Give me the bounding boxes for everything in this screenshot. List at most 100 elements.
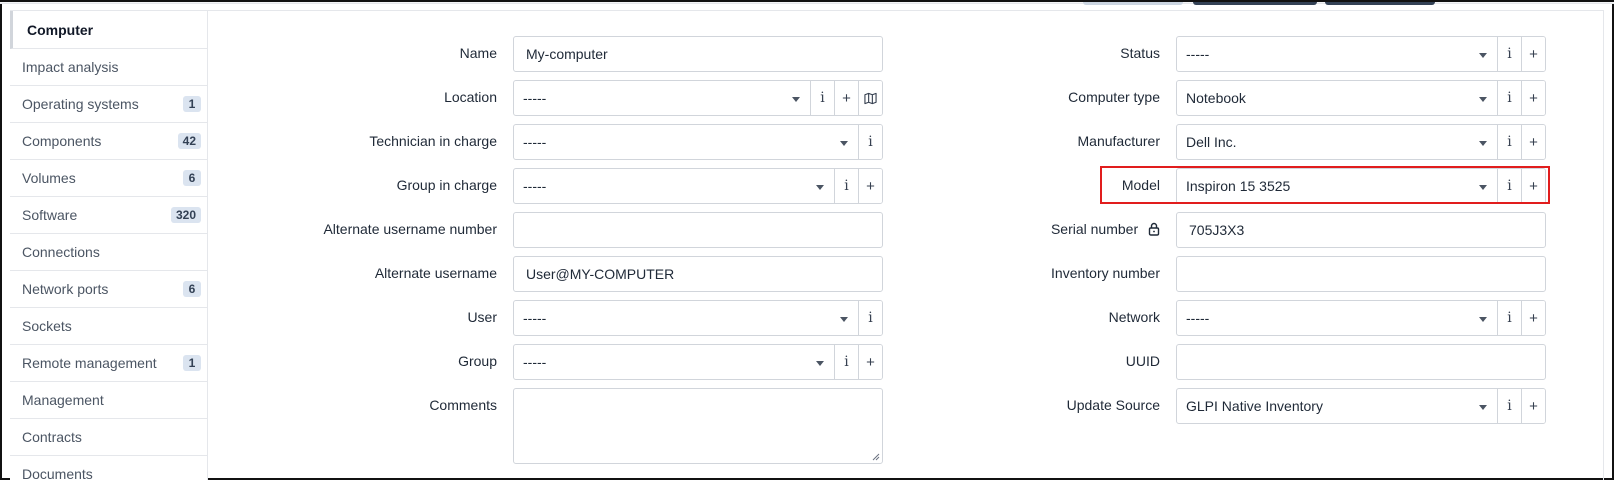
alt-username-input[interactable]: User@MY-COMPUTER xyxy=(513,256,883,292)
network-dropdown[interactable]: ----- xyxy=(1177,301,1497,335)
uuid-value xyxy=(1177,345,1545,379)
add-icon[interactable]: + xyxy=(858,345,882,379)
sidebar-tabs: Computer Impact analysis Operating syste… xyxy=(10,11,208,480)
sidebar-item-volumes[interactable]: Volumes 6 xyxy=(10,160,207,197)
sidebar-item-label: Network ports xyxy=(22,281,109,297)
technician-label: Technician in charge xyxy=(369,133,497,149)
sidebar-item-label: Documents xyxy=(22,466,93,480)
group-dropdown[interactable]: ----- xyxy=(514,345,834,379)
sidebar-item-software[interactable]: Software 320 xyxy=(10,197,207,234)
inventory-label: Inventory number xyxy=(1051,265,1160,281)
status-select: ----- i + xyxy=(1176,36,1546,72)
user-value: ----- xyxy=(523,310,547,326)
sidebar-item-network-ports[interactable]: Network ports 6 xyxy=(10,271,207,308)
add-icon[interactable]: + xyxy=(1521,301,1545,335)
add-icon[interactable]: + xyxy=(1521,81,1545,115)
sidebar-item-management[interactable]: Management xyxy=(10,382,207,419)
chevron-down-icon xyxy=(816,361,824,366)
sidebar-item-computer[interactable]: Computer xyxy=(10,11,207,49)
sidebar-item-operating-systems[interactable]: Operating systems 1 xyxy=(10,86,207,123)
computer-type-value: Notebook xyxy=(1186,90,1246,106)
sidebar-item-contracts[interactable]: Contracts xyxy=(10,419,207,456)
name-value: My-computer xyxy=(526,46,608,62)
info-icon[interactable]: i xyxy=(1497,125,1521,159)
add-icon[interactable]: + xyxy=(1521,389,1545,423)
count-badge: 42 xyxy=(177,133,201,149)
sidebar-item-sockets[interactable]: Sockets xyxy=(10,308,207,345)
toolbar-button-partial[interactable] xyxy=(1325,2,1435,5)
add-icon[interactable]: + xyxy=(834,81,858,115)
sidebar-item-documents[interactable]: Documents xyxy=(10,456,207,480)
sidebar-item-label: Connections xyxy=(22,244,100,260)
comments-textarea[interactable] xyxy=(513,388,883,464)
name-input[interactable]: My-computer xyxy=(513,36,883,72)
group-in-charge-select: ----- i + xyxy=(513,168,883,204)
info-icon[interactable]: i xyxy=(858,125,882,159)
info-icon[interactable]: i xyxy=(1497,389,1521,423)
network-select: ----- i + xyxy=(1176,300,1546,336)
comments-label: Comments xyxy=(429,397,497,413)
chevron-down-icon xyxy=(1479,317,1487,322)
location-dropdown[interactable]: ----- xyxy=(514,81,810,115)
chevron-down-icon xyxy=(792,97,800,102)
alt-username-number-input[interactable] xyxy=(513,212,883,248)
sidebar-item-components[interactable]: Components 42 xyxy=(10,123,207,160)
group-in-charge-label: Group in charge xyxy=(396,177,497,193)
sidebar-item-label: Computer xyxy=(27,21,94,38)
add-icon[interactable]: + xyxy=(858,169,882,203)
status-dropdown[interactable]: ----- xyxy=(1177,37,1497,71)
uuid-label: UUID xyxy=(1125,353,1160,369)
sidebar-item-label: Components xyxy=(22,133,102,149)
chevron-down-icon xyxy=(1479,53,1487,58)
lock-icon xyxy=(1148,222,1160,236)
info-icon[interactable]: i xyxy=(1497,37,1521,71)
info-icon[interactable]: i xyxy=(810,81,834,115)
serial-value: 705J3X3 xyxy=(1189,222,1245,238)
info-icon[interactable]: i xyxy=(834,169,858,203)
network-label: Network xyxy=(1108,309,1160,325)
chevron-down-icon xyxy=(1479,405,1487,410)
chevron-down-icon xyxy=(1479,97,1487,102)
serial-input[interactable]: 705J3X3 xyxy=(1176,212,1546,248)
sidebar-item-connections[interactable]: Connections xyxy=(10,234,207,271)
add-icon[interactable]: + xyxy=(1521,125,1545,159)
group-in-charge-dropdown[interactable]: ----- xyxy=(514,169,834,203)
info-icon[interactable]: i xyxy=(834,345,858,379)
chevron-down-icon xyxy=(816,185,824,190)
sidebar-item-label: Contracts xyxy=(22,429,82,445)
technician-value: ----- xyxy=(523,134,547,150)
info-icon[interactable]: i xyxy=(1497,81,1521,115)
chevron-down-icon xyxy=(1479,141,1487,146)
name-label: Name xyxy=(459,45,497,61)
top-toolbar-strip xyxy=(0,0,1614,5)
user-label: User xyxy=(467,309,497,325)
user-dropdown[interactable]: ----- xyxy=(514,301,858,335)
technician-dropdown[interactable]: ----- xyxy=(514,125,858,159)
info-icon[interactable]: i xyxy=(858,301,882,335)
sidebar-item-remote-management[interactable]: Remote management 1 xyxy=(10,345,207,382)
manufacturer-select: Dell Inc. i + xyxy=(1176,124,1546,160)
serial-label: Serial number xyxy=(1051,221,1160,237)
add-icon[interactable]: + xyxy=(1521,37,1545,71)
manufacturer-dropdown[interactable]: Dell Inc. xyxy=(1177,125,1497,159)
chevron-down-icon xyxy=(840,317,848,322)
serial-label-text: Serial number xyxy=(1050,221,1139,237)
update-source-value: GLPI Native Inventory xyxy=(1186,398,1323,414)
info-icon[interactable]: i xyxy=(1497,301,1521,335)
sidebar-item-label: Volumes xyxy=(22,170,76,186)
user-select: ----- i xyxy=(513,300,883,336)
inventory-input[interactable] xyxy=(1176,256,1546,292)
update-source-dropdown[interactable]: GLPI Native Inventory xyxy=(1177,389,1497,423)
map-icon[interactable] xyxy=(858,81,882,115)
count-badge: 1 xyxy=(183,355,201,371)
computer-type-dropdown[interactable]: Notebook xyxy=(1177,81,1497,115)
alt-username-number-value xyxy=(514,213,882,247)
sidebar-item-impact-analysis[interactable]: Impact analysis xyxy=(10,49,207,86)
toolbar-button-partial[interactable] xyxy=(1193,2,1317,5)
resize-handle-icon[interactable] xyxy=(872,453,880,461)
group-value: ----- xyxy=(523,354,547,370)
manufacturer-label: Manufacturer xyxy=(1077,133,1160,149)
sidebar-item-label: Remote management xyxy=(22,355,157,371)
toolbar-button-partial[interactable] xyxy=(1083,2,1183,5)
uuid-input[interactable] xyxy=(1176,344,1546,380)
